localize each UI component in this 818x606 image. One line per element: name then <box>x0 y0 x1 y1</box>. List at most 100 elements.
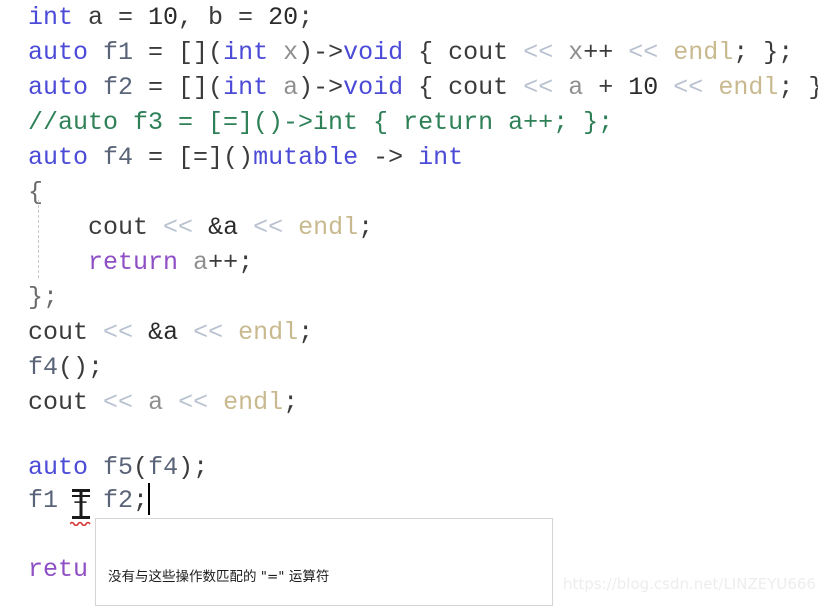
code-token: cout <box>448 73 509 102</box>
code-token: ); <box>178 453 209 482</box>
code-token: + <box>583 73 629 102</box>
code-token: &a <box>148 318 179 347</box>
code-line-9[interactable]: }; <box>28 280 58 315</box>
code-editor-screenshot: int a = 10, b = 20; auto f1 = [](int x)->… <box>0 0 818 606</box>
code-line-16[interactable]: retu <box>28 552 88 587</box>
code-token: << <box>103 318 134 347</box>
code-token: { <box>28 178 44 207</box>
code-token: auto <box>28 73 89 102</box>
code-token: &a <box>208 213 239 242</box>
code-token: endl <box>298 213 359 242</box>
code-token: = []( <box>133 73 224 102</box>
code-token: endl <box>673 38 734 67</box>
code-token: 20 <box>268 3 299 32</box>
code-token: retu <box>28 555 89 584</box>
code-token: << <box>523 73 554 102</box>
code-token: 10 <box>148 3 179 32</box>
code-token: = [=]() <box>133 143 254 172</box>
code-token: << <box>628 38 659 67</box>
code-line-4[interactable]: //auto f3 = [=]()->int { return a++; }; <box>28 105 613 140</box>
code-editor-surface[interactable]: int a = 10, b = 20; auto f1 = [](int x)->… <box>0 0 818 606</box>
code-token: void <box>343 38 404 67</box>
code-token: cout <box>448 38 509 67</box>
code-token: << <box>673 73 704 102</box>
code-token: a <box>283 73 299 102</box>
code-token: << <box>103 388 134 417</box>
code-token: int <box>223 73 269 102</box>
code-token: a <box>148 388 164 417</box>
code-line-3[interactable]: auto f2 = [](int a)->void { cout << a + … <box>28 70 818 105</box>
code-token: void <box>343 73 404 102</box>
code-line-11[interactable]: f4(); <box>28 350 103 385</box>
code-token: int <box>418 143 464 172</box>
code-line-8[interactable]: return a++; <box>28 245 253 280</box>
code-token: )-> <box>298 73 344 102</box>
tooltip-line-1: 没有与这些操作数匹配的 "=" 运算符 <box>108 569 330 585</box>
code-token: auto <box>28 143 89 172</box>
code-token: cout <box>88 213 149 242</box>
code-line-1[interactable]: int a = 10, b = 20; <box>28 0 313 35</box>
code-token: auto <box>28 453 89 482</box>
code-token: ; <box>298 3 314 32</box>
code-token: ; <box>133 486 149 515</box>
code-token: f1 <box>28 486 59 515</box>
code-token: ; <box>298 318 314 347</box>
code-token: f1 <box>103 38 134 67</box>
code-line-7[interactable]: cout << &a << endl; <box>28 210 373 245</box>
code-token: f2 <box>103 73 134 102</box>
code-token: << <box>253 213 284 242</box>
code-token: { <box>403 73 449 102</box>
code-token: = []( <box>133 38 224 67</box>
code-token: ++ <box>583 38 629 67</box>
code-token: ; <box>283 388 299 417</box>
code-token: 10 <box>628 73 659 102</box>
code-token: << <box>178 388 209 417</box>
code-line-6[interactable]: { <box>28 175 43 210</box>
code-token: { <box>403 38 449 67</box>
code-line-12[interactable]: cout << a << endl; <box>28 385 298 420</box>
code-token: return <box>88 248 179 277</box>
code-token: mutable <box>253 143 359 172</box>
code-token: a <box>193 248 209 277</box>
code-token: ++; <box>208 248 254 277</box>
code-token: (); <box>58 353 104 382</box>
code-token: -> <box>358 143 419 172</box>
code-token: ( <box>133 453 149 482</box>
indent-guide-line <box>38 200 39 278</box>
error-tooltip: 没有与这些操作数匹配的 "=" 运算符 操作数类型为: lambda []voi… <box>95 518 553 606</box>
watermark-text: https://blog.csdn.net/LINZEYU666 <box>563 575 816 593</box>
code-token: f4 <box>148 453 179 482</box>
error-squiggle-underline <box>69 513 92 527</box>
code-token: << <box>163 213 194 242</box>
code-line-2[interactable]: auto f1 = [](int x)->void { cout << x++ … <box>28 35 793 70</box>
code-line-10[interactable]: cout << &a << endl; <box>28 315 313 350</box>
code-line-14[interactable]: auto f5(f4); <box>28 450 208 485</box>
code-token: //auto f3 = [=]()->int { return a++; }; <box>28 108 614 137</box>
code-line-5[interactable]: auto f4 = [=]()mutable -> int <box>28 140 463 175</box>
